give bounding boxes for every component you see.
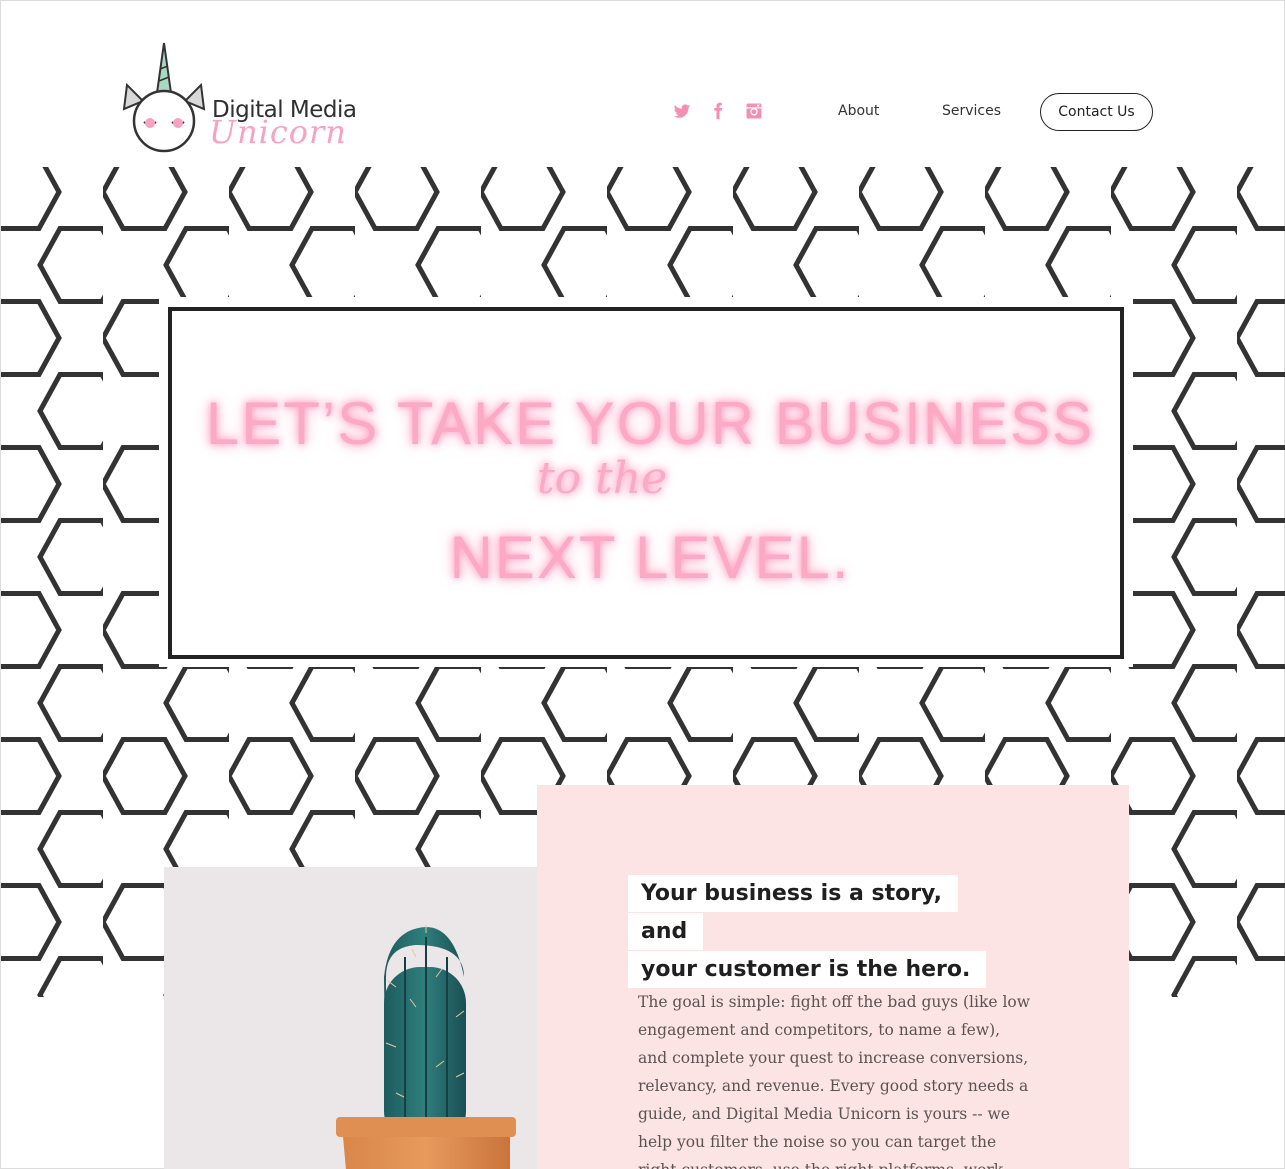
brand-name-script: Unicorn	[209, 113, 347, 151]
hero-headline-script: to the	[537, 453, 668, 504]
nav-services[interactable]: Services	[942, 103, 1001, 119]
brand-logo[interactable]: Digital Media Unicorn	[121, 41, 381, 156]
story-body-text: The goal is simple: fight off the bad gu…	[638, 993, 1030, 1169]
hero-headline-line1: LET’S TAKE YOUR BUSINESS	[205, 390, 1095, 457]
story-card: Your business is a story, and your custo…	[537, 785, 1129, 1169]
cactus-image	[164, 867, 544, 1169]
instagram-icon[interactable]	[745, 102, 763, 120]
contact-us-button[interactable]: Contact Us	[1040, 93, 1153, 131]
nav-about[interactable]: About	[838, 103, 879, 119]
story-heading: Your business is a story, and your custo…	[628, 875, 988, 989]
twitter-icon[interactable]	[673, 102, 691, 120]
facebook-icon[interactable]	[709, 102, 727, 120]
story-heading-line2: your customer is the hero.	[628, 951, 987, 988]
site-header: Digital Media Unicorn About Services Con…	[1, 1, 1285, 167]
cactus-photo	[164, 867, 544, 1169]
hero-banner: LET’S TAKE YOUR BUSINESS to the NEXT LEV…	[168, 307, 1124, 659]
unicorn-logo-icon	[122, 42, 206, 153]
social-links	[673, 102, 763, 120]
story-heading-line1: Your business is a story, and	[628, 875, 959, 950]
hero-headline-line3: NEXT LEVEL.	[449, 524, 851, 591]
